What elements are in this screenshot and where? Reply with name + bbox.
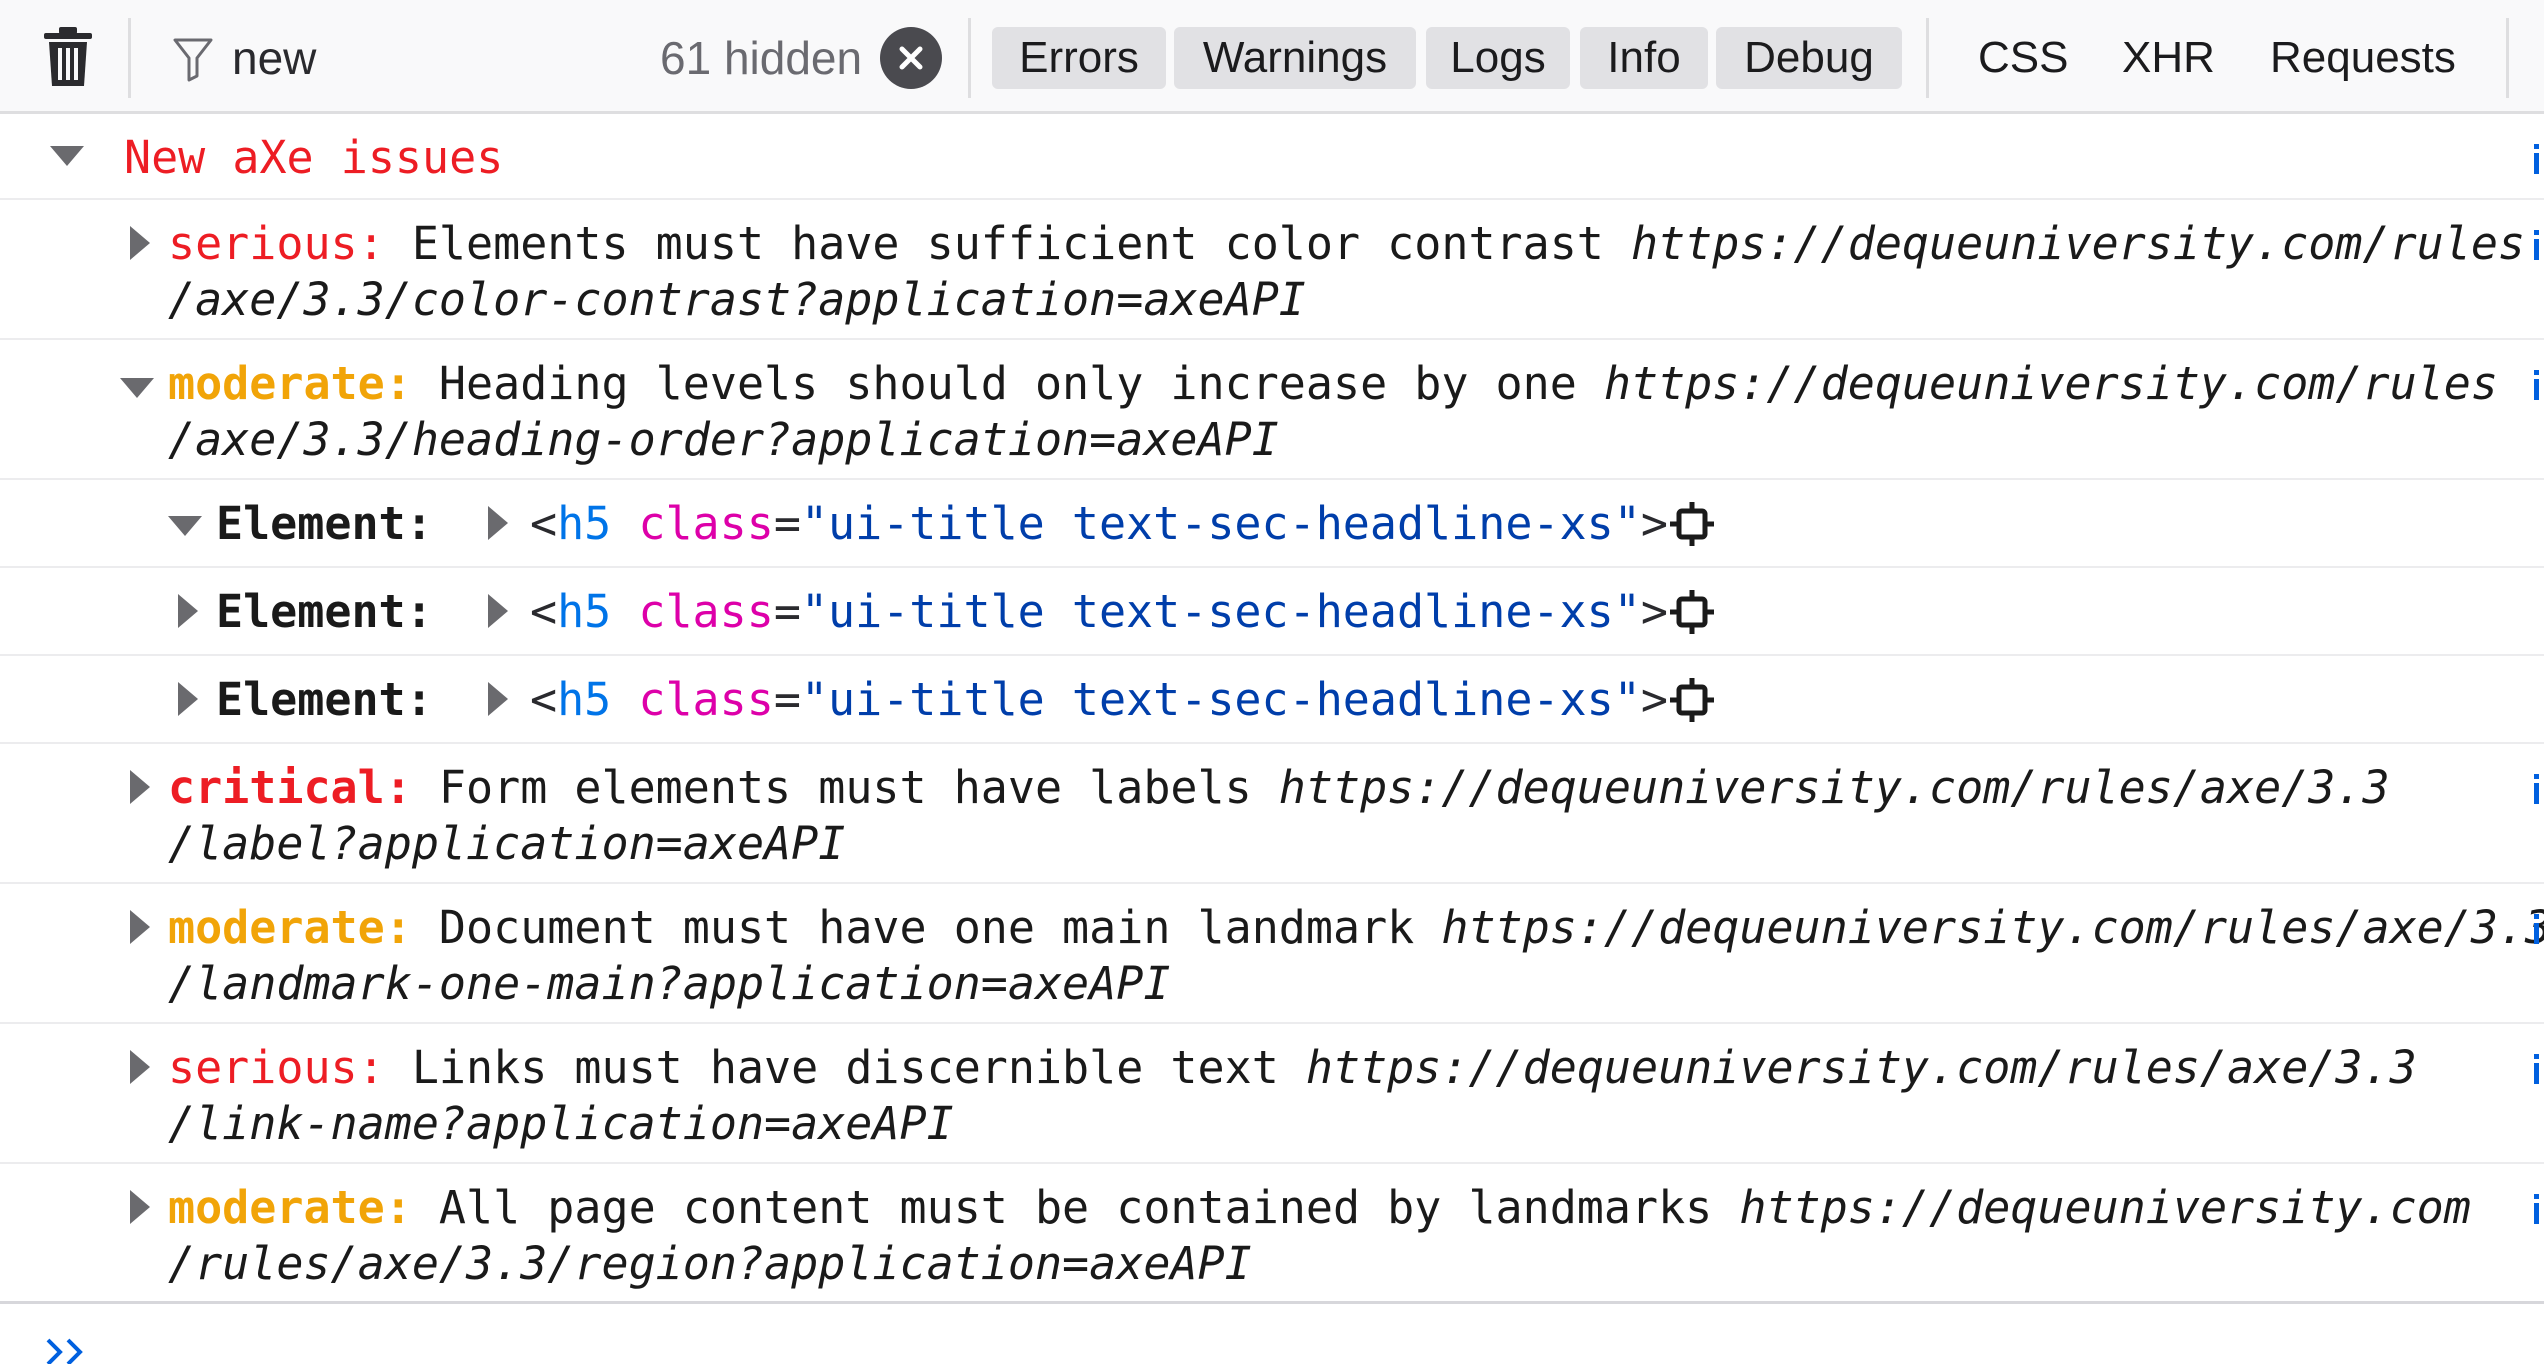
issue-row[interactable]: moderate: Document must have one main la…	[0, 884, 2544, 1024]
severity-label: moderate:	[168, 901, 412, 954]
select-node-icon[interactable]	[1670, 502, 1714, 546]
filter-errors-button[interactable]: Errors	[992, 27, 1166, 89]
filter-icon	[173, 38, 213, 82]
issue-message: Document must have one main landmark	[411, 901, 1442, 954]
filter-debug-button[interactable]: Debug	[1716, 27, 1902, 89]
issue-link[interactable]: /axe/3.3/heading-order?application=axeAP…	[168, 412, 1279, 468]
issue-link[interactable]: https://dequeuniversity.com/rules/axe/3.…	[1441, 901, 2544, 954]
expand-arrow-icon[interactable]	[50, 146, 84, 166]
expand-arrow-icon[interactable]	[488, 682, 508, 716]
element-label: Element:	[216, 585, 433, 638]
info-icon[interactable]	[2532, 144, 2542, 174]
filter-css-button[interactable]: CSS	[1978, 27, 2068, 89]
element-row[interactable]: Element: <h5 class="ui-title text-sec-he…	[0, 568, 2544, 656]
element-label: Element:	[216, 673, 433, 726]
console-prompt-icon[interactable]	[44, 1336, 92, 1364]
filter-xhr-button[interactable]: XHR	[2122, 27, 2215, 89]
filter-input[interactable]: new	[232, 30, 316, 86]
issue-row[interactable]: moderate: Heading levels should only inc…	[0, 340, 2544, 480]
console-toolbar: new 61 hidden Errors Warnings Logs Info …	[0, 0, 2544, 114]
expand-arrow-icon[interactable]	[178, 594, 198, 628]
issue-line: moderate: Document must have one main la…	[168, 900, 2544, 956]
expand-arrow-icon[interactable]	[130, 770, 150, 804]
severity-label: critical:	[168, 761, 412, 814]
issue-line: moderate: All page content must be conta…	[168, 1180, 2471, 1236]
expand-arrow-icon[interactable]	[120, 378, 154, 398]
element-node[interactable]: <h5 class="ui-title text-sec-headline-xs…	[530, 584, 1668, 640]
issue-link[interactable]: /landmark-one-main?application=axeAPI	[168, 956, 1170, 1012]
filter-logs-button[interactable]: Logs	[1426, 27, 1570, 89]
issue-message: Elements must have sufficient color cont…	[384, 217, 1631, 270]
issue-link[interactable]: https://dequeuniversity.com	[1739, 1181, 2471, 1234]
issue-row[interactable]: serious: Elements must have sufficient c…	[0, 200, 2544, 340]
severity-label: serious:	[168, 217, 385, 270]
toolbar-divider	[2506, 18, 2509, 98]
element-row[interactable]: Element: <h5 class="ui-title text-sec-he…	[0, 656, 2544, 744]
severity-label: serious:	[168, 1041, 385, 1094]
element-row[interactable]: Element: <h5 class="ui-title text-sec-he…	[0, 480, 2544, 568]
element-label: Element:	[216, 497, 433, 550]
expand-arrow-icon[interactable]	[130, 226, 150, 260]
issue-row[interactable]: moderate: All page content must be conta…	[0, 1164, 2544, 1304]
issue-link[interactable]: https://dequeuniversity.com/rules/axe/3.…	[1306, 1041, 2417, 1094]
toolbar-divider	[128, 18, 131, 98]
issue-link[interactable]: https://dequeuniversity.com/rules	[1631, 217, 2525, 270]
expand-arrow-icon[interactable]	[130, 1190, 150, 1224]
element-node[interactable]: <h5 class="ui-title text-sec-headline-xs…	[530, 496, 1668, 552]
severity-label: moderate:	[168, 1181, 412, 1234]
issue-link[interactable]: https://dequeuniversity.com/rules/axe/3.…	[1279, 761, 2390, 814]
issue-message: Form elements must have labels	[411, 761, 1279, 814]
filter-warnings-button[interactable]: Warnings	[1174, 27, 1416, 89]
info-icon[interactable]	[2532, 1194, 2542, 1224]
info-icon[interactable]	[2532, 370, 2542, 400]
issue-link[interactable]: /axe/3.3/color-contrast?application=axeA…	[168, 272, 1306, 328]
close-icon	[899, 46, 923, 70]
issue-row[interactable]: serious: Links must have discernible tex…	[0, 1024, 2544, 1164]
element-node[interactable]: <h5 class="ui-title text-sec-headline-xs…	[530, 672, 1668, 728]
info-icon[interactable]	[2532, 230, 2542, 260]
filter-requests-button[interactable]: Requests	[2270, 27, 2456, 89]
expand-arrow-icon[interactable]	[178, 682, 198, 716]
issue-line: critical: Form elements must have labels…	[168, 760, 2390, 816]
issue-message: Heading levels should only increase by o…	[411, 357, 1604, 410]
issue-message: Links must have discernible text	[384, 1041, 1306, 1094]
expand-arrow-icon[interactable]	[488, 506, 508, 540]
clear-filter-button[interactable]	[880, 27, 942, 89]
expand-arrow-icon[interactable]	[168, 516, 202, 536]
devtools-console: new 61 hidden Errors Warnings Logs Info …	[0, 0, 2544, 1364]
filter-info-button[interactable]: Info	[1580, 27, 1708, 89]
issue-line: moderate: Heading levels should only inc…	[168, 356, 2498, 412]
info-icon[interactable]	[2532, 1054, 2542, 1084]
severity-label: moderate:	[168, 357, 412, 410]
select-node-icon[interactable]	[1670, 590, 1714, 634]
toolbar-divider	[968, 18, 971, 98]
issue-link[interactable]: https://dequeuniversity.com/rules	[1604, 357, 2498, 410]
message-group[interactable]: New aXe issues	[0, 114, 2544, 200]
toolbar-divider	[1926, 18, 1929, 98]
issue-link[interactable]: /rules/axe/3.3/region?application=axeAPI	[168, 1236, 1252, 1292]
issue-row[interactable]: critical: Form elements must have labels…	[0, 744, 2544, 884]
issue-line: serious: Elements must have sufficient c…	[168, 216, 2525, 272]
info-icon[interactable]	[2532, 914, 2542, 944]
expand-arrow-icon[interactable]	[130, 910, 150, 944]
issue-line: serious: Links must have discernible tex…	[168, 1040, 2417, 1096]
info-icon[interactable]	[2532, 774, 2542, 804]
issue-message: All page content must be contained by la…	[411, 1181, 1740, 1234]
issue-link[interactable]: /link-name?application=axeAPI	[168, 1096, 954, 1152]
hidden-count: 61 hidden	[660, 32, 863, 84]
group-title: New aXe issues	[124, 131, 504, 184]
expand-arrow-icon[interactable]	[488, 594, 508, 628]
select-node-icon[interactable]	[1670, 678, 1714, 722]
issue-link[interactable]: /label?application=axeAPI	[168, 816, 845, 872]
trash-icon[interactable]	[42, 26, 94, 88]
expand-arrow-icon[interactable]	[130, 1050, 150, 1084]
